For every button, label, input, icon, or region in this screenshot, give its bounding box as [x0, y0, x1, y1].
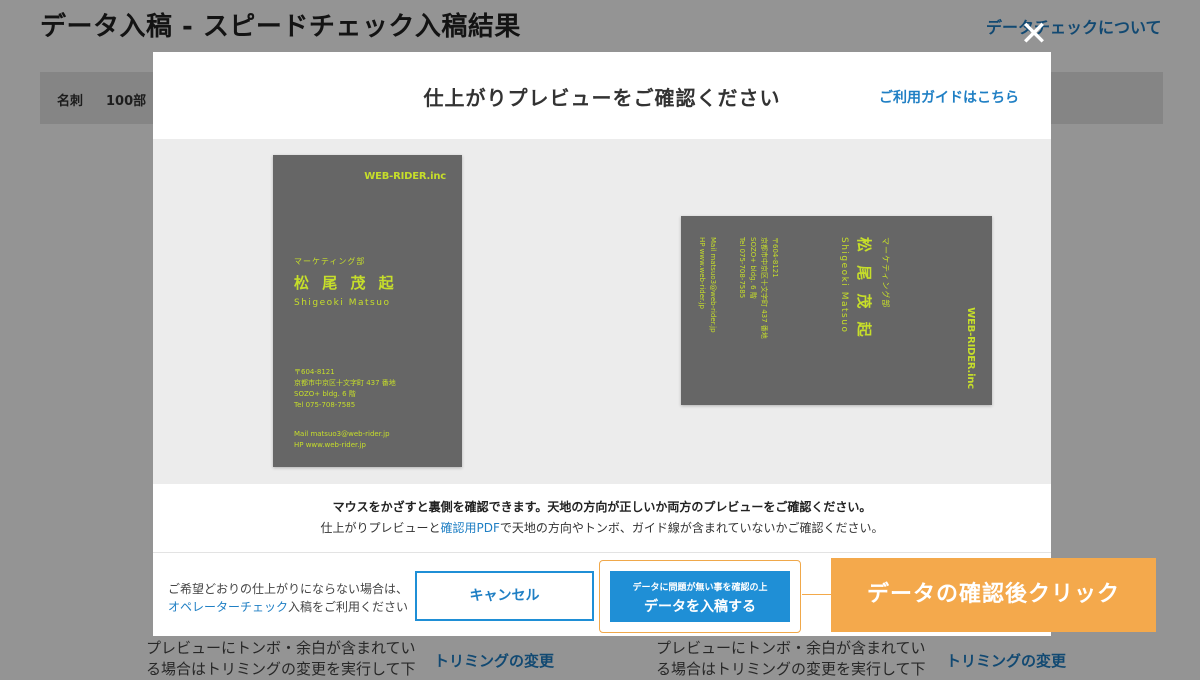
preview-modal: 仕上がりプレビューをご確認ください ご利用ガイドはこちら WEB-RIDER.i… [153, 52, 1051, 636]
submit-sub-label: データに問題が無い事を確認の上 [632, 583, 768, 593]
card-logo: WEB-RIDER.inc [965, 307, 976, 389]
modal-header: 仕上がりプレビューをご確認ください ご利用ガイドはこちら [153, 52, 1051, 139]
note-text: ご希望どおりの仕上がりにならない場合は、 [168, 582, 409, 596]
card-address-line: 〒604-8121 [294, 368, 335, 376]
submit-main-label: データを入稿する [644, 599, 756, 615]
operator-check-link[interactable]: オペレーターチェック [168, 600, 288, 614]
card-address-line: Tel 075-708-7585 [294, 401, 356, 409]
usage-guide-link[interactable]: ご利用ガイドはこちら [879, 87, 1019, 107]
callout-connector [802, 594, 832, 595]
card-address-line: 〒604-8121 [771, 237, 779, 278]
card-logo: WEB-RIDER.inc [364, 171, 446, 182]
card-rotated-content: WEB-RIDER.inc マーケティング部 松 尾 茂 起 Shigeoki … [681, 216, 992, 405]
card-contact-line: Mail matsuo3@web-rider.jp [294, 430, 390, 438]
card-contact-line: Mail matsuo3@web-rider.jp [709, 237, 717, 333]
card-address-line: 京都市中京区十文字町 437 番地 [760, 237, 768, 339]
card-contact: Mail matsuo3@web-rider.jp HP www.web-rid… [696, 237, 718, 333]
preview-instruction: マウスをかざすと裏側を確認できます。天地の方向が正しいか両方のプレビューをご確認… [332, 500, 872, 514]
card-address-line: SOZO+ bldg. 6 階 [749, 237, 757, 299]
card-address-line: Tel 075-708-7585 [738, 237, 746, 299]
submit-highlight-frame: データに問題が無い事を確認の上 データを入稿する [599, 560, 801, 633]
card-address-line: 京都市中京区十文字町 437 番地 [294, 379, 396, 387]
card-address-line: SOZO+ bldg. 6 階 [294, 390, 356, 398]
click-after-check-callout: データの確認後クリック [831, 558, 1156, 632]
card-preview-rotated[interactable]: WEB-RIDER.inc マーケティング部 松 尾 茂 起 Shigeoki … [681, 216, 992, 405]
operator-check-note: ご希望どおりの仕上がりにならない場合は、 オペレーターチェック入稿をご利用くださ… [168, 580, 408, 616]
note-text: 入稿をご利用ください [288, 600, 409, 614]
card-contact-line: HP www.web-rider.jp [294, 441, 366, 449]
close-icon[interactable]: ✕ [1018, 17, 1050, 51]
card-name: 松 尾 茂 起 [855, 237, 873, 341]
card-address: 〒604-8121 京都市中京区十文字町 437 番地 SOZO+ bldg. … [294, 367, 396, 411]
preview-instruction-2: 仕上がりプレビューと確認用PDFで天地の方向やトンボ、ガイド線が含まれていないか… [153, 519, 1051, 536]
card-name-roman: Shigeoki Matsuo [839, 237, 849, 334]
cancel-button[interactable]: キャンセル [415, 571, 594, 621]
card-contact-line: HP www.web-rider.jp [698, 237, 706, 309]
instruction-text: で天地の方向やトンボ、ガイド線が含まれていないかご確認ください。 [499, 521, 884, 535]
instruction-text: 仕上がりプレビューと [320, 521, 441, 535]
submit-data-button[interactable]: データに問題が無い事を確認の上 データを入稿する [610, 571, 790, 622]
card-department: マーケティング部 [881, 237, 890, 309]
preview-area: WEB-RIDER.inc マーケティング部 松 尾 茂 起 Shigeoki … [153, 139, 1051, 484]
card-address: 〒604-8121 京都市中京区十文字町 437 番地 SOZO+ bldg. … [736, 237, 780, 339]
card-contact: Mail matsuo3@web-rider.jp HP www.web-rid… [294, 429, 390, 451]
confirmation-pdf-link[interactable]: 確認用PDF [440, 521, 499, 535]
card-name: 松 尾 茂 起 [294, 274, 398, 292]
card-department: マーケティング部 [294, 257, 366, 266]
card-preview-front[interactable]: WEB-RIDER.inc マーケティング部 松 尾 茂 起 Shigeoki … [273, 155, 462, 467]
card-name-roman: Shigeoki Matsuo [294, 298, 391, 308]
